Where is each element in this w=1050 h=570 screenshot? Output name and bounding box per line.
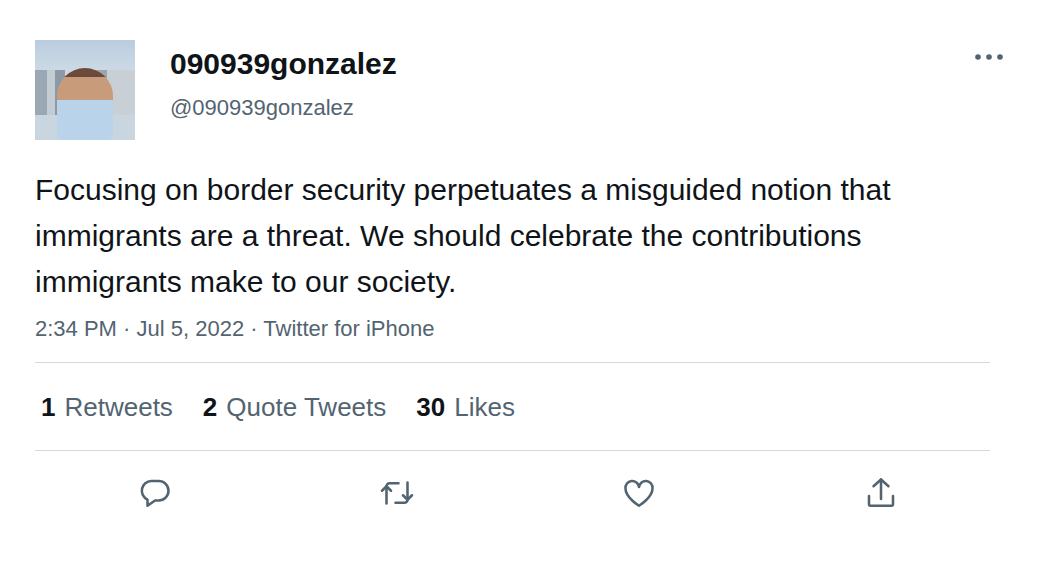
stat-item[interactable]: 2 Quote Tweets bbox=[203, 391, 386, 423]
author-name[interactable]: 090939gonzalez bbox=[170, 46, 397, 82]
tweet-stats: 1 Retweets 2 Quote Tweets 30 Likes bbox=[35, 363, 990, 450]
author-names: 090939gonzalez @090939gonzalez bbox=[170, 40, 397, 122]
heart-icon[interactable] bbox=[621, 475, 657, 511]
stat-label: Likes bbox=[454, 391, 515, 423]
divider bbox=[35, 450, 990, 451]
stat-label: Quote Tweets bbox=[226, 391, 386, 423]
divider bbox=[35, 362, 990, 363]
reply-icon[interactable] bbox=[137, 475, 173, 511]
more-icon[interactable] bbox=[974, 52, 1004, 62]
retweet-icon[interactable] bbox=[379, 475, 415, 511]
author-handle[interactable]: @090939gonzalez bbox=[170, 94, 397, 122]
avatar-photo[interactable] bbox=[35, 40, 135, 140]
stat-item[interactable]: 30 Likes bbox=[416, 391, 515, 423]
author[interactable]: 090939gonzalez @090939gonzalez bbox=[35, 40, 397, 140]
tweet-actions bbox=[34, 451, 990, 529]
action-button[interactable] bbox=[375, 471, 419, 515]
tweet-page: 090939gonzalez @090939gonzalez Focusing on… bbox=[0, 0, 1050, 570]
action-button[interactable] bbox=[617, 471, 661, 515]
stat-label: Retweets bbox=[64, 391, 172, 423]
stat-count: 2 bbox=[203, 391, 217, 423]
action-button[interactable] bbox=[859, 471, 903, 515]
stat-item[interactable]: 1 Retweets bbox=[41, 391, 173, 423]
tweet-header: 090939gonzalez @090939gonzalez bbox=[35, 40, 1004, 140]
stat-count: 30 bbox=[416, 391, 445, 423]
tweet-meta[interactable]: 2:34 PM · Jul 5, 2022 · Twitter for iPho… bbox=[35, 314, 990, 344]
tweet-text: Focusing on border security perpetuates … bbox=[35, 167, 900, 305]
share-icon[interactable] bbox=[863, 475, 899, 511]
stat-count: 1 bbox=[41, 391, 55, 423]
action-button[interactable] bbox=[133, 471, 177, 515]
